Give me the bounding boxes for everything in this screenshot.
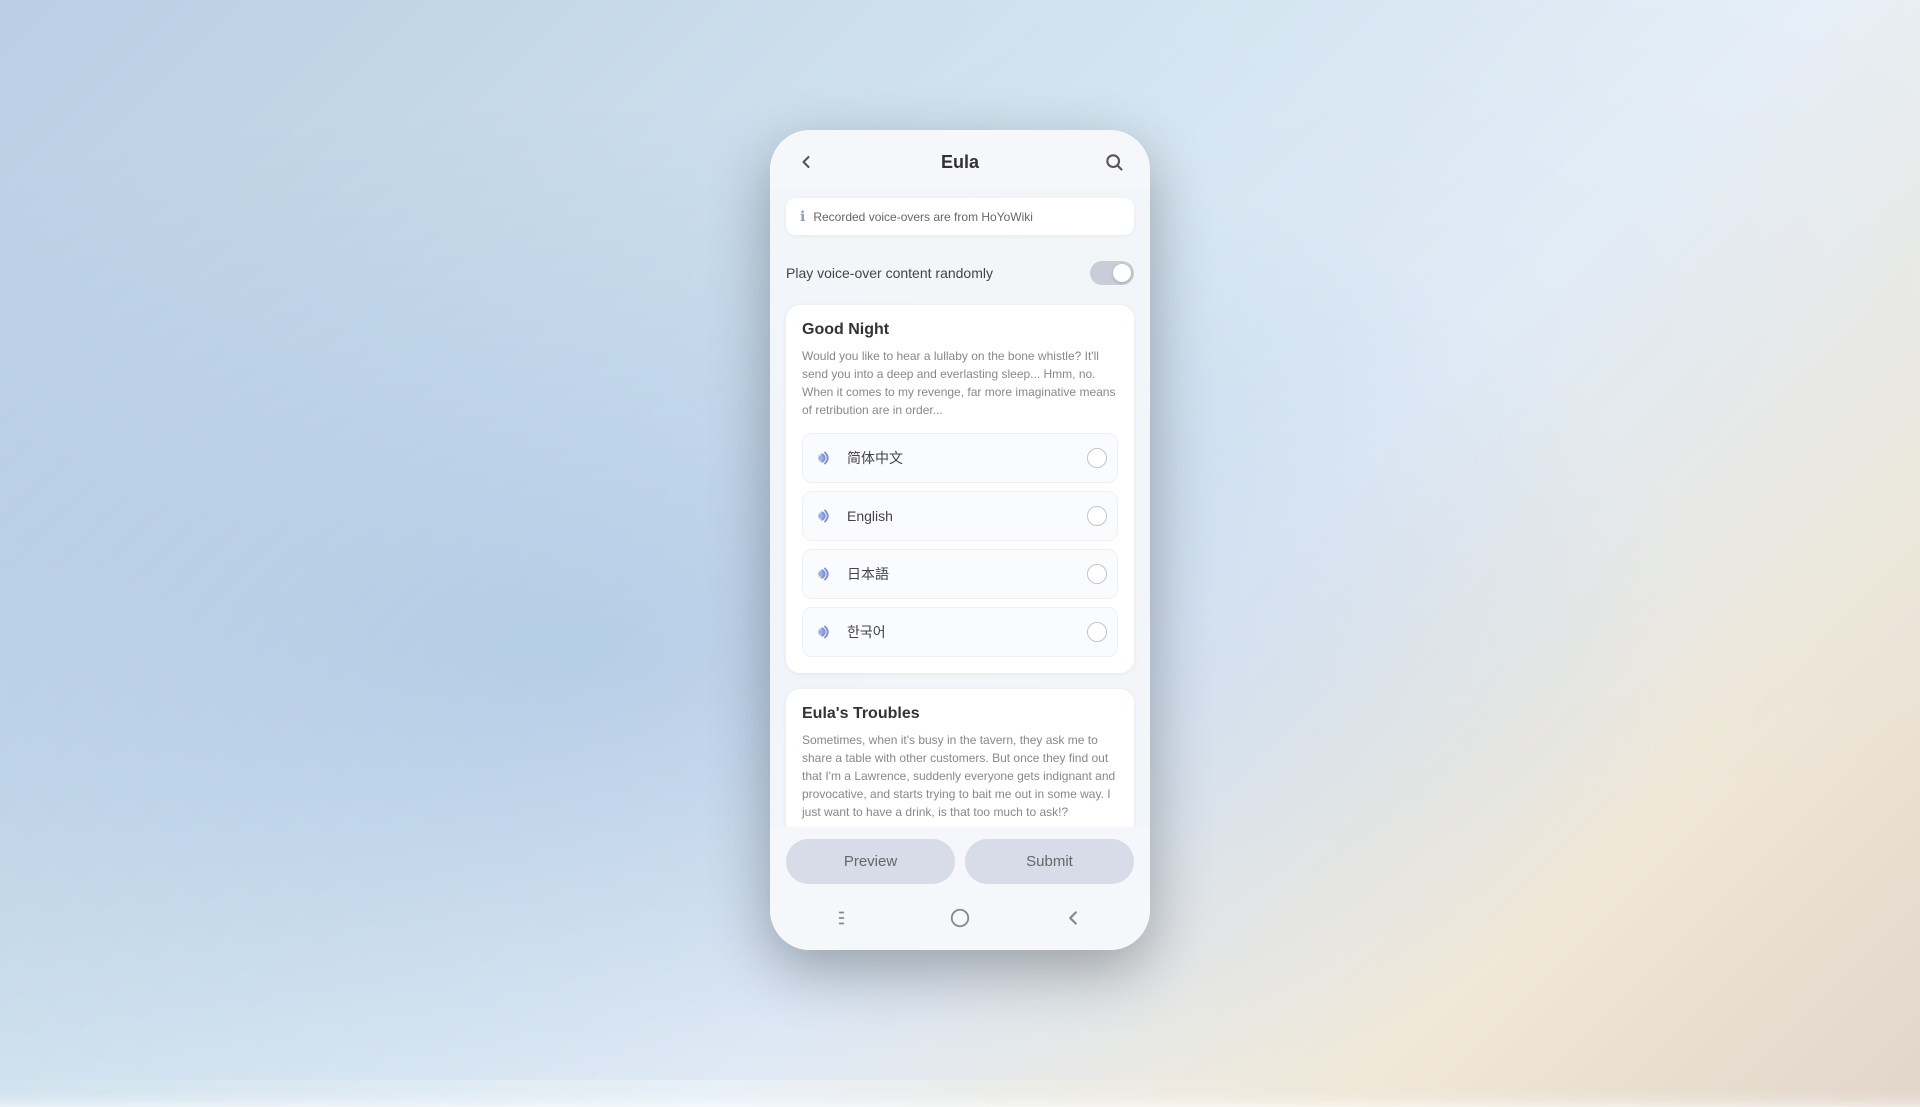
radio-korean-1[interactable] — [1087, 622, 1107, 642]
nav-menu-icon[interactable] — [829, 900, 865, 936]
radio-english-1[interactable] — [1087, 506, 1107, 526]
audio-icon — [813, 620, 837, 644]
search-button[interactable] — [1098, 146, 1130, 178]
nav-bar — [770, 892, 1150, 950]
random-play-toggle[interactable] — [1090, 261, 1134, 285]
section-desc-eulas-troubles: Sometimes, when it's busy in the tavern,… — [802, 731, 1118, 821]
info-icon: ℹ — [800, 208, 805, 225]
lang-option-korean-1[interactable]: 한국어 — [802, 607, 1118, 657]
nav-home-icon[interactable] — [942, 900, 978, 936]
toggle-label: Play voice-over content randomly — [786, 265, 993, 281]
lang-left: English — [813, 504, 893, 528]
radio-chinese-1[interactable] — [1087, 448, 1107, 468]
header: Eula — [770, 130, 1150, 190]
nav-back-icon[interactable] — [1055, 900, 1091, 936]
lang-option-chinese-1[interactable]: 简体中文 — [802, 433, 1118, 483]
lang-name-korean-1: 한국어 — [847, 622, 886, 642]
info-text: Recorded voice-overs are from HoYoWiki — [813, 210, 1033, 224]
toggle-knob — [1113, 264, 1131, 282]
lang-option-english-1[interactable]: English — [802, 491, 1118, 541]
phone-container: Eula ℹ Recorded voice-overs are from HoY… — [770, 130, 1150, 950]
main-content: ℹ Recorded voice-overs are from HoYoWiki… — [770, 190, 1150, 827]
submit-button[interactable]: Submit — [965, 839, 1134, 884]
back-button[interactable] — [790, 146, 822, 178]
lang-name-english-1: English — [847, 508, 893, 524]
section-title-eulas-troubles: Eula's Troubles — [802, 705, 1118, 723]
lang-name-chinese-1: 简体中文 — [847, 448, 903, 468]
preview-button[interactable]: Preview — [786, 839, 955, 884]
audio-icon — [813, 446, 837, 470]
page-title: Eula — [941, 152, 979, 173]
audio-icon — [813, 504, 837, 528]
bottom-bar: Preview Submit — [770, 827, 1150, 892]
section-good-night: Good Night Would you like to hear a lull… — [786, 305, 1134, 673]
audio-icon — [813, 562, 837, 586]
lang-option-japanese-1[interactable]: 日本語 — [802, 549, 1118, 599]
lang-left: 日本語 — [813, 562, 889, 586]
section-eulas-troubles: Eula's Troubles Sometimes, when it's bus… — [786, 689, 1134, 827]
lang-left: 简体中文 — [813, 446, 903, 470]
section-title-good-night: Good Night — [802, 321, 1118, 339]
radio-japanese-1[interactable] — [1087, 564, 1107, 584]
lang-name-japanese-1: 日本語 — [847, 564, 889, 584]
lang-left: 한국어 — [813, 620, 886, 644]
section-desc-good-night: Would you like to hear a lullaby on the … — [802, 347, 1118, 419]
toggle-row: Play voice-over content randomly — [786, 249, 1134, 297]
info-banner: ℹ Recorded voice-overs are from HoYoWiki — [786, 198, 1134, 235]
